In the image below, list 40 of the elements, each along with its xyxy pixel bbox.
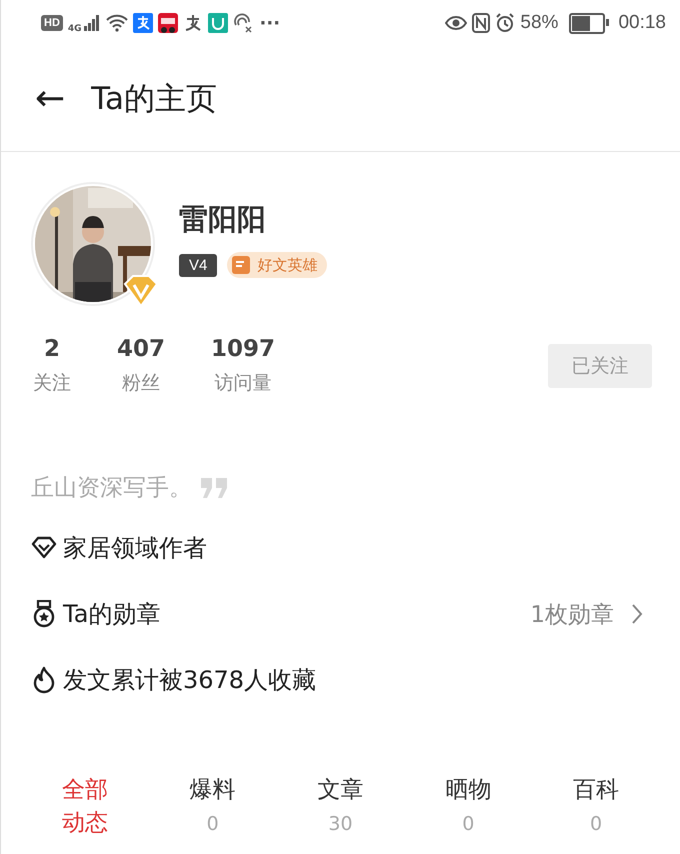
stat-label: 粉丝: [122, 371, 160, 396]
app-icon: [158, 13, 178, 33]
back-button[interactable]: ←: [31, 80, 70, 116]
content-tab[interactable]: 百科 0: [532, 774, 660, 841]
info-text: 发文累计被3678人收藏: [63, 665, 316, 696]
wifi-icon: [106, 14, 128, 32]
stat-value: 1097: [211, 336, 276, 362]
quote-icon: [200, 476, 230, 498]
medal-count-link[interactable]: 1枚勋章: [530, 598, 614, 630]
stat-label: 访问量: [214, 371, 272, 396]
content-tab[interactable]: 爆料 0: [148, 774, 277, 841]
content-tab[interactable]: 全部动态: [21, 774, 149, 841]
bio-text: 丘山资深写手。: [31, 474, 192, 503]
more-notifications: ···: [260, 12, 280, 34]
stat-value: 2: [44, 336, 60, 362]
alarm-icon: [495, 13, 516, 33]
user-name: 雷阳阳: [179, 201, 267, 238]
diamond-icon: [31, 535, 57, 561]
battery-percent: 58%: [520, 12, 558, 34]
level-badge: V4: [179, 254, 218, 276]
content-tab[interactable]: 文章 30: [276, 774, 404, 841]
nfc-icon: [472, 13, 490, 33]
eye-icon: [445, 15, 468, 31]
stat-value: 407: [117, 336, 166, 362]
honor-label: 好文英雄: [257, 256, 318, 274]
app-icon: [208, 13, 228, 33]
medal-icon: [31, 600, 57, 628]
flame-icon: [31, 666, 57, 694]
network-type: 4G: [68, 24, 82, 34]
info-text: 家居领域作者: [63, 533, 207, 564]
stat-label: 关注: [33, 371, 71, 396]
app-icon: [132, 13, 153, 33]
signal-icon: [82, 14, 101, 32]
content-tab[interactable]: 晒物 0: [404, 774, 532, 841]
hotspot-icon: [232, 13, 253, 33]
page-title: Ta的主页: [91, 80, 217, 118]
clock: 00:18: [618, 12, 666, 34]
info-text: Ta的勋章: [63, 599, 160, 630]
hd-indicator: HD: [41, 15, 63, 31]
chevron-right-icon[interactable]: [630, 602, 644, 626]
